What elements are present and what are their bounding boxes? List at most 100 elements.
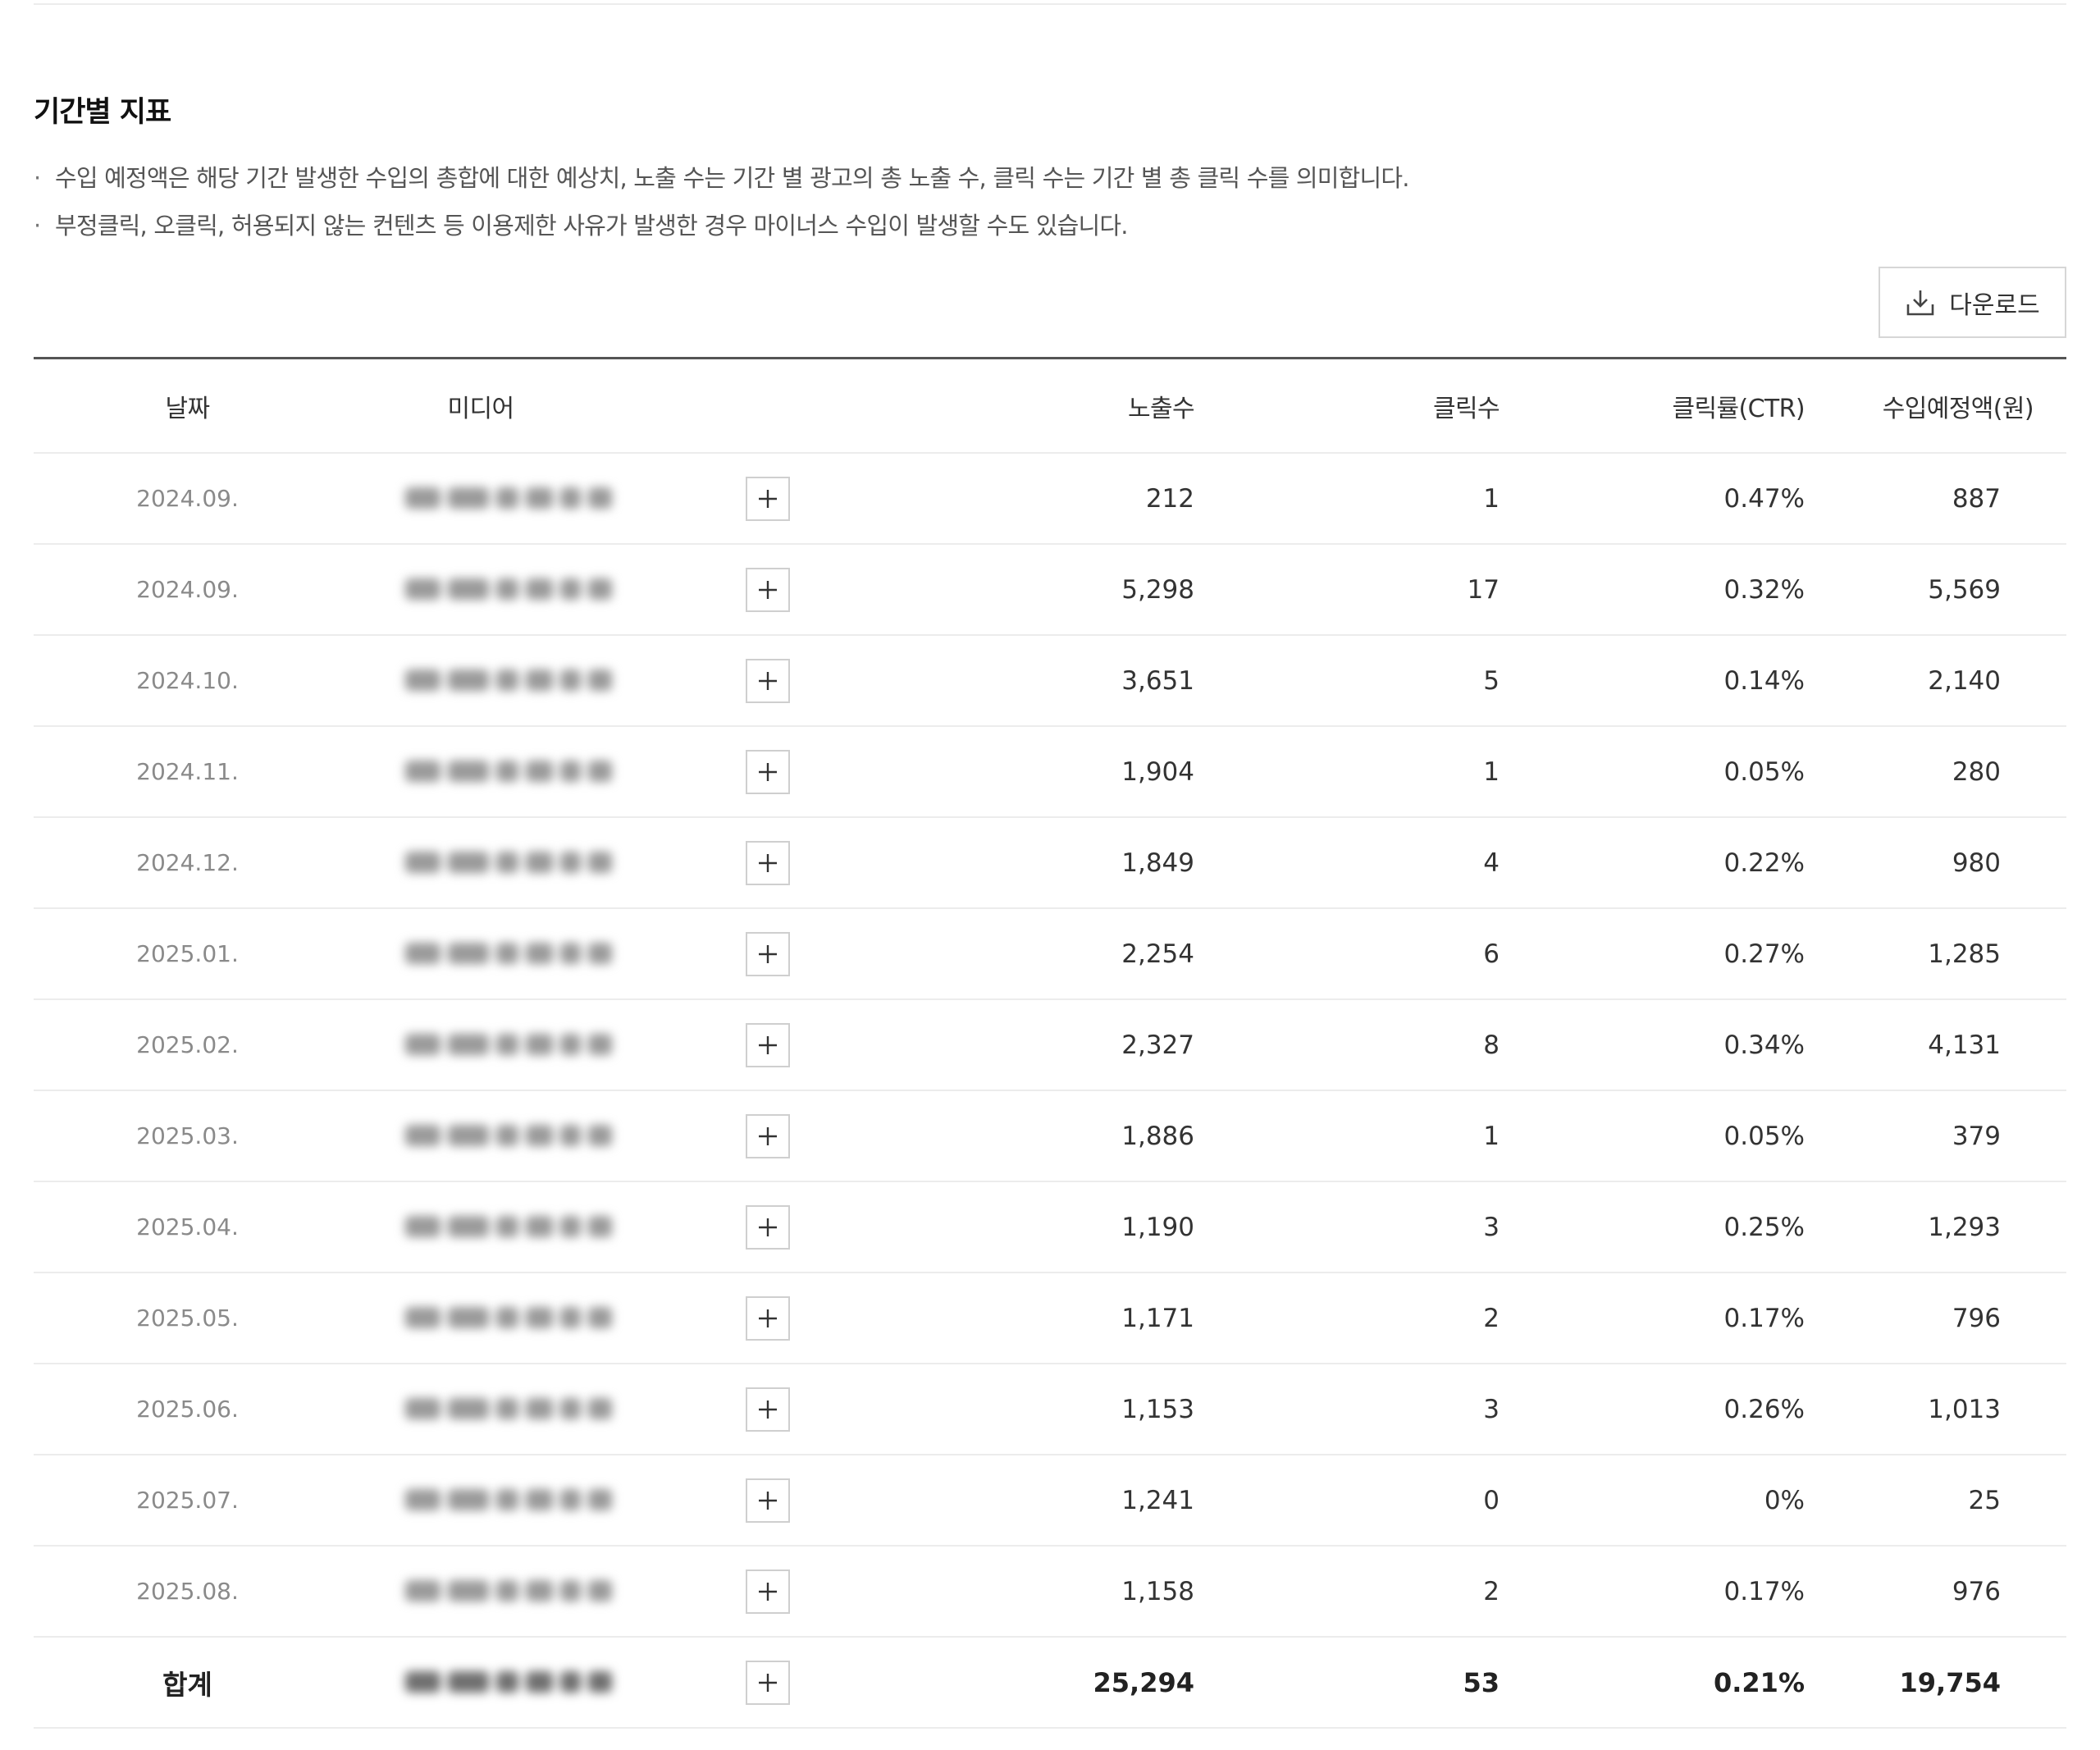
expand-button[interactable] bbox=[746, 931, 790, 976]
plus-icon bbox=[757, 670, 778, 692]
expand-button[interactable] bbox=[746, 476, 790, 521]
cell-ctr: 0.05% bbox=[1500, 726, 1805, 818]
cell-clicks: 1 bbox=[1194, 1090, 1500, 1182]
cell-media bbox=[341, 999, 899, 1091]
cell-exposures: 212 bbox=[899, 453, 1194, 545]
cell-date: 2025.06. bbox=[34, 1364, 341, 1455]
cell-revenue: 980 bbox=[1805, 817, 2066, 909]
cell-media bbox=[341, 1090, 899, 1182]
plus-icon bbox=[757, 579, 778, 601]
cell-date: 2024.09. bbox=[34, 544, 341, 636]
bullet: · bbox=[34, 212, 41, 240]
download-icon bbox=[1905, 288, 1936, 318]
expand-button[interactable] bbox=[746, 1387, 790, 1432]
cell-exposures: 3,651 bbox=[899, 635, 1194, 727]
cell-media bbox=[341, 1455, 899, 1547]
cell-media bbox=[341, 1546, 899, 1638]
cell-date: 2025.07. bbox=[34, 1455, 341, 1547]
cell-exposures: 1,190 bbox=[899, 1181, 1194, 1273]
cell-exposures: 1,241 bbox=[899, 1455, 1194, 1547]
cell-date: 2025.03. bbox=[34, 1090, 341, 1182]
cell-revenue: 5,569 bbox=[1805, 544, 2066, 636]
media-name-redacted bbox=[405, 1033, 612, 1057]
table-row: 2025.05. 1,171 2 0.17% 796 bbox=[34, 1273, 2066, 1364]
table-header-row: 날짜 미디어 노출수 클릭수 클릭률(CTR) 수입예정액(원) bbox=[34, 358, 2066, 454]
notice-item: · 부정클릭, 오클릭, 허용되지 않는 컨텐츠 등 이용제한 사유가 발생한 … bbox=[34, 205, 1409, 253]
cell-date: 2025.08. bbox=[34, 1546, 341, 1638]
header-revenue[interactable]: 수입예정액(원) bbox=[1805, 358, 2066, 454]
cell-revenue: 796 bbox=[1805, 1273, 2066, 1364]
cell-ctr: 0.17% bbox=[1500, 1546, 1805, 1638]
notice-text: 부정클릭, 오클릭, 허용되지 않는 컨텐츠 등 이용제한 사유가 발생한 경우… bbox=[55, 212, 1129, 240]
expand-button[interactable] bbox=[746, 1295, 790, 1341]
table-row: 2024.11. 1,904 1 0.05% 280 bbox=[34, 726, 2066, 818]
expand-button[interactable] bbox=[746, 749, 790, 794]
cell-ctr: 0.17% bbox=[1500, 1273, 1805, 1364]
plus-icon bbox=[757, 1126, 778, 1147]
media-name-redacted bbox=[405, 1215, 612, 1239]
table-row: 2024.09. 212 1 0.47% 887 bbox=[34, 453, 2066, 545]
table-row: 2025.01. 2,254 6 0.27% 1,285 bbox=[34, 908, 2066, 1000]
download-button[interactable]: 다운로드 bbox=[1879, 267, 2066, 338]
table-row: 2024.09. 5,298 17 0.32% 5,569 bbox=[34, 544, 2066, 636]
cell-clicks: 1 bbox=[1194, 726, 1500, 818]
download-label: 다운로드 bbox=[1949, 290, 2040, 320]
cell-date: 2024.11. bbox=[34, 726, 341, 818]
table-row: 2025.03. 1,886 1 0.05% 379 bbox=[34, 1090, 2066, 1182]
table-total-row: 합계 25,294 53 0.21% 19,754 bbox=[34, 1637, 2066, 1729]
metrics-table: 날짜 미디어 노출수 클릭수 클릭률(CTR) 수입예정액(원) 2024.09… bbox=[34, 357, 2066, 1729]
cell-media bbox=[341, 726, 899, 818]
expand-button[interactable] bbox=[746, 1022, 790, 1067]
expand-button[interactable] bbox=[746, 840, 790, 885]
table-row: 2024.12. 1,849 4 0.22% 980 bbox=[34, 817, 2066, 909]
cell-date: 2024.12. bbox=[34, 817, 341, 909]
notice-list: · 수입 예정액은 해당 기간 발생한 수입의 총합에 대한 예상치, 노출 수… bbox=[34, 158, 1410, 253]
expand-button[interactable] bbox=[746, 567, 790, 612]
plus-icon bbox=[757, 1399, 778, 1420]
media-name-redacted bbox=[405, 1579, 612, 1603]
expand-button[interactable] bbox=[746, 1204, 790, 1250]
cell-revenue: 280 bbox=[1805, 726, 2066, 818]
cell-exposures: 2,254 bbox=[899, 908, 1194, 1000]
cell-date: 2024.10. bbox=[34, 635, 341, 727]
cell-media bbox=[341, 1181, 899, 1273]
cell-revenue: 19,754 bbox=[1805, 1637, 2066, 1729]
cell-media bbox=[341, 1273, 899, 1364]
cell-media bbox=[341, 1637, 899, 1729]
table-row: 2025.06. 1,153 3 0.26% 1,013 bbox=[34, 1364, 2066, 1455]
plus-icon bbox=[757, 1581, 778, 1602]
table-body: 2024.09. 212 1 0.47% 887 2024.09. 5,298 17 0.32%… bbox=[34, 453, 2066, 1729]
cell-clicks: 3 bbox=[1194, 1364, 1500, 1455]
header-date[interactable]: 날짜 bbox=[34, 358, 341, 454]
cell-exposures: 2,327 bbox=[899, 999, 1194, 1091]
expand-button[interactable] bbox=[746, 658, 790, 703]
cell-clicks: 1 bbox=[1194, 453, 1500, 545]
plus-icon bbox=[757, 852, 778, 874]
cell-exposures: 1,904 bbox=[899, 726, 1194, 818]
section-title: 기간별 지표 bbox=[34, 96, 171, 129]
expand-button[interactable] bbox=[746, 1478, 790, 1523]
expand-button[interactable] bbox=[746, 1569, 790, 1614]
media-name-redacted bbox=[405, 1670, 612, 1694]
cell-clicks: 2 bbox=[1194, 1273, 1500, 1364]
cell-ctr: 0.26% bbox=[1500, 1364, 1805, 1455]
expand-button[interactable] bbox=[746, 1660, 790, 1705]
header-ctr[interactable]: 클릭률(CTR) bbox=[1500, 358, 1806, 454]
expand-button[interactable] bbox=[746, 1113, 790, 1158]
header-clicks[interactable]: 클릭수 bbox=[1194, 358, 1500, 454]
table-row: 2024.10. 3,651 5 0.14% 2,140 bbox=[34, 635, 2066, 727]
cell-date: 2024.09. bbox=[34, 453, 341, 545]
notice-text: 수입 예정액은 해당 기간 발생한 수입의 총합에 대한 예상치, 노출 수는 … bbox=[55, 164, 1410, 192]
cell-ctr: 0.05% bbox=[1500, 1090, 1805, 1182]
header-exposures[interactable]: 노출수 bbox=[899, 358, 1195, 454]
media-name-redacted bbox=[405, 851, 612, 875]
cell-revenue: 2,140 bbox=[1805, 635, 2066, 727]
cell-ctr: 0.34% bbox=[1500, 999, 1805, 1091]
cell-ctr: 0.14% bbox=[1500, 635, 1805, 727]
plus-icon bbox=[757, 944, 778, 965]
cell-exposures: 5,298 bbox=[899, 544, 1194, 636]
cell-exposures: 1,153 bbox=[899, 1364, 1194, 1455]
plus-icon bbox=[757, 1035, 778, 1056]
cell-media bbox=[341, 817, 899, 909]
header-media[interactable]: 미디어 bbox=[341, 358, 899, 454]
